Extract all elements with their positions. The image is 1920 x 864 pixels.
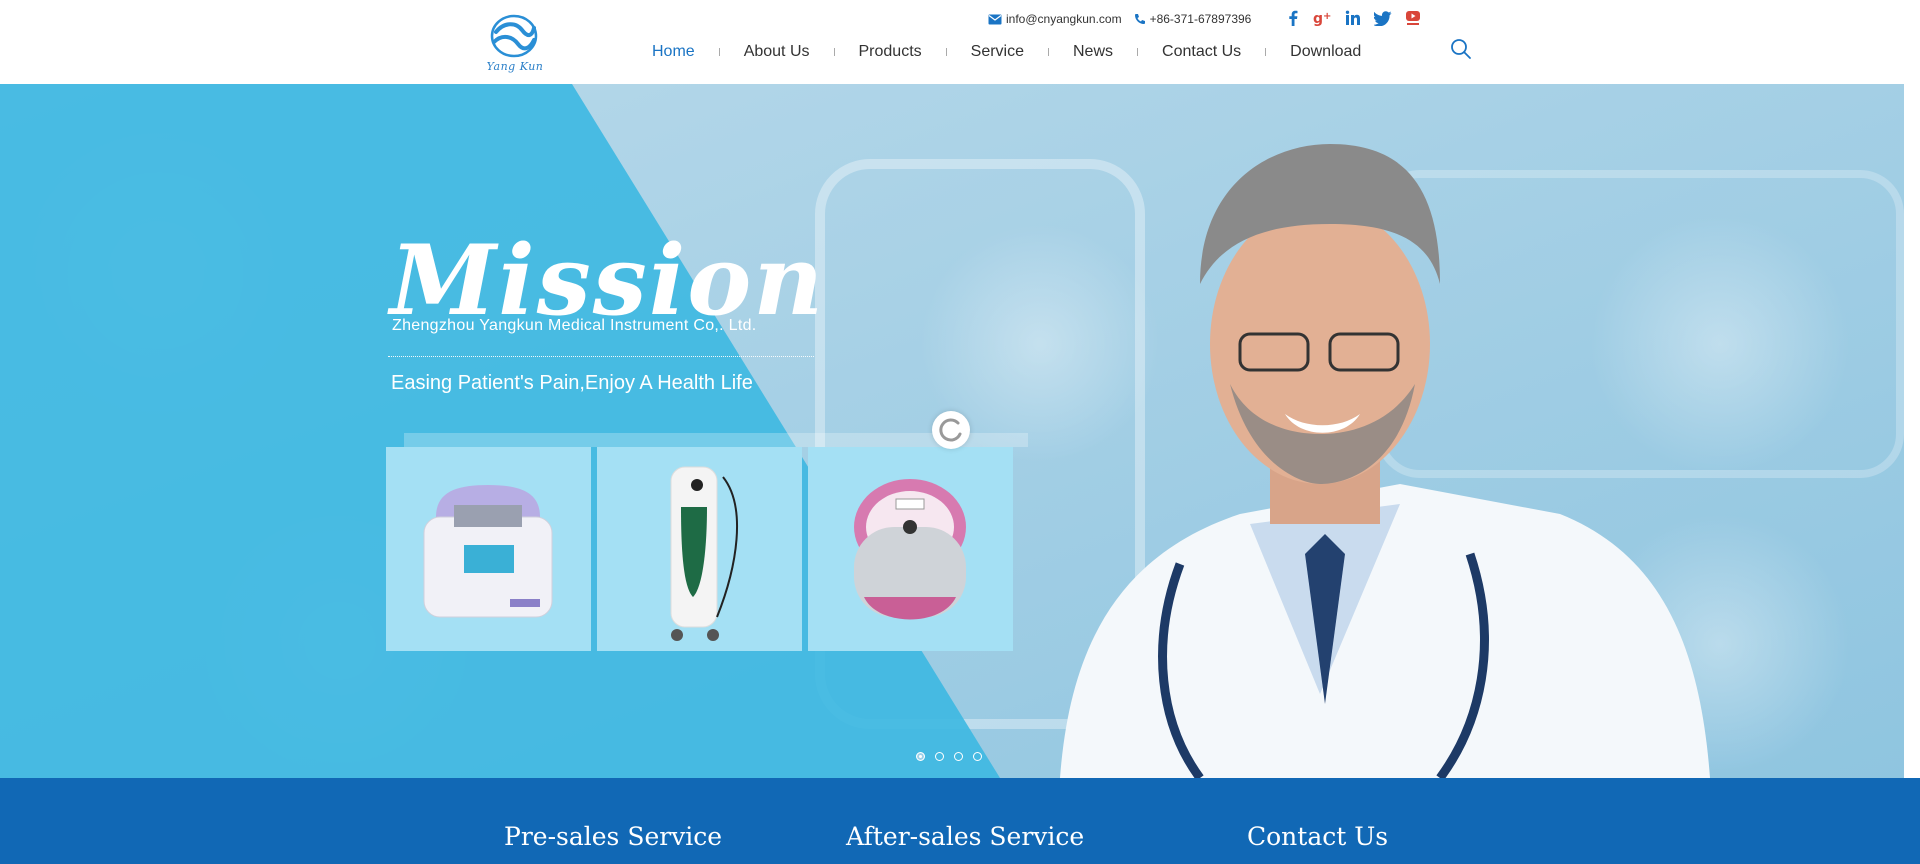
google-plus-icon[interactable]: g + [1312,8,1334,28]
linkedin-icon[interactable] [1342,8,1364,28]
nav-contact-us[interactable]: Contact Us [1138,43,1265,61]
banner-company: Zhengzhou Yangkun Medical Instrument Co,… [392,317,757,334]
massage-device-image [854,479,966,620]
svg-text:+: + [1323,11,1331,22]
product-card-therapy-device[interactable] [597,447,802,651]
svg-text:g: g [1313,11,1323,26]
nav-service[interactable]: Service [947,43,1048,61]
carousel-dot[interactable] [935,752,944,761]
envelope-icon [988,14,1002,24]
site-logo[interactable]: Yang Kun [484,14,546,78]
therapy-device-image [670,466,738,641]
carousel-dot[interactable] [954,752,963,761]
twitter-icon[interactable] [1372,8,1394,28]
nav-download[interactable]: Download [1266,43,1385,61]
product-card-massage-device[interactable] [808,447,1013,651]
phone-link[interactable]: +86-371-67897396 [1134,12,1252,26]
carousel-dot[interactable] [973,752,982,761]
email-link[interactable]: info@cnyangkun.com [988,12,1122,26]
social-links: g + [1282,8,1432,28]
loading-spinner-icon [932,411,970,449]
nav-home[interactable]: Home [628,43,719,61]
banner-slogan: Easing Patient's Pain,Enjoy A Health Lif… [391,372,753,394]
facebook-icon[interactable] [1282,8,1304,28]
carousel-dot[interactable] [916,752,925,761]
pre-sales-service-heading[interactable]: Pre-sales Service [504,822,722,851]
hero-banner: Mission Zhengzhou Yangkun Medical Instru… [0,84,1904,778]
logo-mark-icon [490,14,538,58]
site-header: Yang Kun info@cnyangkun.com +86-371-6789… [0,0,1920,84]
main-nav: Home About Us Products Service News Cont… [628,40,1385,64]
contact-us-heading[interactable]: Contact Us [1247,822,1388,851]
email-text: info@cnyangkun.com [1006,12,1122,26]
nav-about-us[interactable]: About Us [720,43,834,61]
nav-products[interactable]: Products [835,43,946,61]
pressure-device-image [423,485,553,618]
banner-divider [388,356,814,357]
after-sales-service-heading[interactable]: After-sales Service [846,822,1084,851]
youtube-icon[interactable] [1402,8,1424,28]
contact-info: info@cnyangkun.com +86-371-67897396 [988,10,1263,28]
nav-news[interactable]: News [1049,43,1137,61]
carousel-pagination [916,752,992,761]
product-card-pressure-device[interactable] [386,447,591,651]
phone-icon [1134,14,1145,24]
search-icon[interactable] [1450,38,1472,60]
services-section: Pre-sales Service After-sales Service Co… [0,778,1920,864]
logo-text: Yang Kun [486,60,544,73]
phone-text: +86-371-67897396 [1149,12,1252,26]
